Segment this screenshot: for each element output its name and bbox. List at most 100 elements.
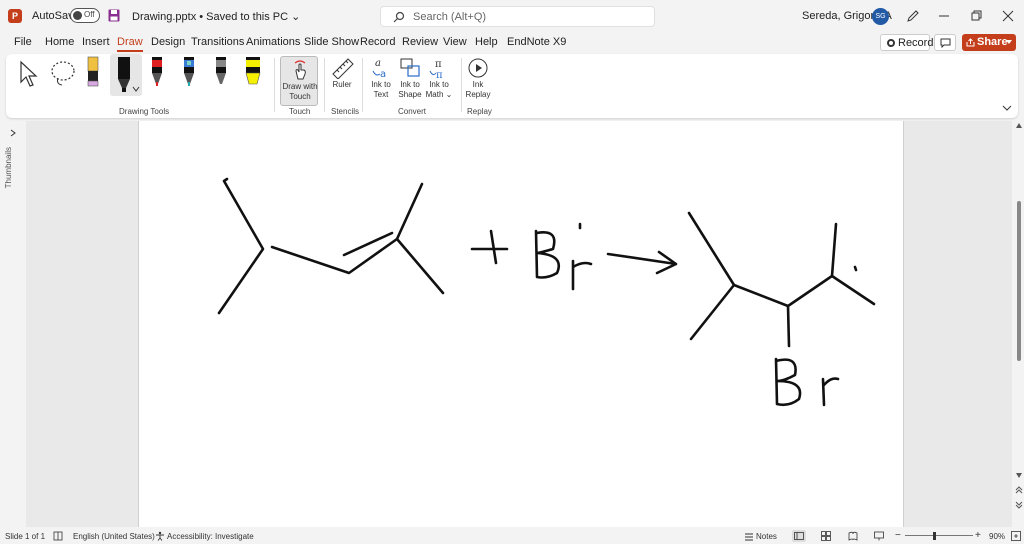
zoom-in-button[interactable]: +: [975, 530, 981, 541]
notes-button[interactable]: Notes: [756, 532, 777, 541]
normal-view-button[interactable]: [792, 530, 806, 542]
ink-letter-r: [571, 259, 593, 291]
eraser-icon[interactable]: [86, 56, 100, 88]
share-button[interactable]: Share: [962, 34, 1016, 51]
search-placeholder: Search (Alt+Q): [413, 11, 487, 23]
ink-letter-b: [534, 229, 561, 279]
ink-to-shape-icon[interactable]: [399, 57, 421, 79]
zoom-level[interactable]: 90%: [989, 532, 1005, 541]
group-separator: [274, 58, 275, 112]
ink-to-shape-label[interactable]: Ink to Shape: [395, 80, 425, 100]
ink-to-text-icon[interactable]: a a: [370, 57, 392, 79]
close-icon[interactable]: [1000, 8, 1016, 24]
tab-view[interactable]: View: [443, 36, 467, 48]
restore-icon[interactable]: [968, 8, 984, 24]
tab-help[interactable]: Help: [475, 36, 498, 48]
save-icon[interactable]: [108, 9, 120, 22]
share-icon: [966, 38, 975, 47]
powerpoint-logo-icon: P: [8, 9, 22, 23]
chevron-right-icon[interactable]: [9, 129, 17, 137]
scroll-up-icon[interactable]: [1016, 123, 1022, 128]
autosave-state: Off: [84, 10, 95, 19]
scrollbar-thumb[interactable]: [1017, 201, 1021, 361]
ink-bond: [830, 222, 876, 306]
svg-text:a: a: [375, 58, 381, 69]
document-title[interactable]: Drawing.pptx • Saved to this PC ⌄: [132, 10, 300, 23]
pen-galaxy-icon[interactable]: [182, 56, 196, 88]
select-tool-icon[interactable]: [18, 60, 40, 88]
chevron-down-icon: [132, 86, 140, 92]
minimize-icon[interactable]: [936, 8, 952, 24]
pen-black-selected[interactable]: [110, 54, 142, 96]
tab-insert[interactable]: Insert: [82, 36, 110, 48]
ink-to-math-icon[interactable]: π π: [428, 57, 450, 79]
language-status[interactable]: English (United States): [73, 532, 155, 541]
draw-with-touch-button[interactable]: Draw with Touch: [280, 56, 318, 106]
touch-hand-icon: [294, 60, 306, 80]
tab-slide-show[interactable]: Slide Show: [304, 36, 359, 48]
tab-transitions[interactable]: Transitions: [191, 36, 244, 48]
comment-icon: [940, 38, 951, 48]
pencil-gray-icon[interactable]: [214, 56, 228, 88]
record-button[interactable]: Record: [880, 34, 933, 51]
tab-record[interactable]: Record: [360, 36, 395, 48]
chevron-down-icon: [1006, 40, 1012, 44]
previous-slide-icon[interactable]: [1015, 486, 1023, 494]
thumbnails-label[interactable]: Thumbnails: [4, 147, 13, 188]
ink-to-math-label[interactable]: Ink to Math ⌄: [423, 80, 455, 100]
avatar[interactable]: SG: [872, 8, 889, 25]
tab-review[interactable]: Review: [402, 36, 438, 48]
fit-to-window-icon[interactable]: [1011, 531, 1021, 541]
pen-icon[interactable]: [906, 9, 920, 23]
tab-file[interactable]: File: [14, 36, 32, 48]
lasso-select-icon[interactable]: [48, 58, 78, 88]
title-bar: P AutoSave Off Drawing.pptx • Saved to t…: [0, 0, 1024, 32]
collapse-ribbon-icon[interactable]: [1002, 104, 1012, 112]
group-label-stencils: Stencils: [331, 107, 360, 116]
accessibility-icon[interactable]: [155, 531, 165, 541]
ink-bond: [395, 182, 445, 295]
ink-bond: [217, 177, 265, 315]
tab-endnote[interactable]: EndNote X9: [507, 36, 566, 48]
svg-text:π: π: [435, 59, 442, 70]
tab-design[interactable]: Design: [151, 36, 185, 48]
next-slide-icon[interactable]: [1015, 501, 1023, 509]
toggle-knob: [73, 11, 82, 20]
status-bar: Slide 1 of 1 English (United States) Acc…: [0, 528, 1024, 544]
ruler-label[interactable]: Ruler: [328, 80, 356, 90]
ink-bond: [270, 237, 399, 275]
autosave-toggle[interactable]: Off: [70, 8, 100, 23]
thumbnails-pane: Thumbnails: [0, 121, 26, 527]
ink-drawing[interactable]: [139, 121, 905, 527]
ink-replay-label[interactable]: Ink Replay: [462, 80, 494, 100]
pen-red-icon[interactable]: [150, 56, 164, 88]
slide-show-icon[interactable]: [874, 531, 884, 541]
notes-icon[interactable]: [744, 531, 754, 541]
scroll-down-icon[interactable]: [1016, 473, 1022, 478]
ink-to-text-label[interactable]: Ink to Text: [366, 80, 396, 100]
accessibility-status[interactable]: Accessibility: Investigate: [167, 532, 254, 541]
ink-bond: [687, 211, 736, 341]
svg-text:π: π: [436, 70, 443, 79]
tab-animations[interactable]: Animations: [246, 36, 300, 48]
zoom-out-button[interactable]: −: [895, 530, 901, 541]
vertical-scrollbar[interactable]: [1014, 121, 1024, 527]
group-separator: [324, 58, 325, 112]
search-box[interactable]: Search (Alt+Q): [380, 6, 655, 27]
comments-button[interactable]: [934, 34, 956, 51]
tab-draw[interactable]: Draw: [117, 36, 143, 52]
highlighter-yellow-icon[interactable]: [244, 56, 262, 88]
tab-home[interactable]: Home: [45, 36, 74, 48]
ink-replay-icon[interactable]: [467, 57, 489, 79]
slide-canvas[interactable]: [138, 121, 904, 527]
ink-bond: [786, 304, 791, 348]
zoom-slider-thumb[interactable]: [933, 532, 936, 540]
zoom-slider[interactable]: [905, 535, 973, 536]
slide-sorter-icon[interactable]: [821, 531, 831, 541]
ribbon-tabs: File Home Insert Draw Design Transitions…: [0, 34, 1024, 52]
group-label-convert: Convert: [398, 107, 427, 116]
svg-text:a: a: [380, 69, 386, 79]
reading-view-icon[interactable]: [848, 531, 858, 541]
spell-check-icon[interactable]: [53, 531, 63, 541]
ruler-icon[interactable]: [331, 57, 355, 79]
